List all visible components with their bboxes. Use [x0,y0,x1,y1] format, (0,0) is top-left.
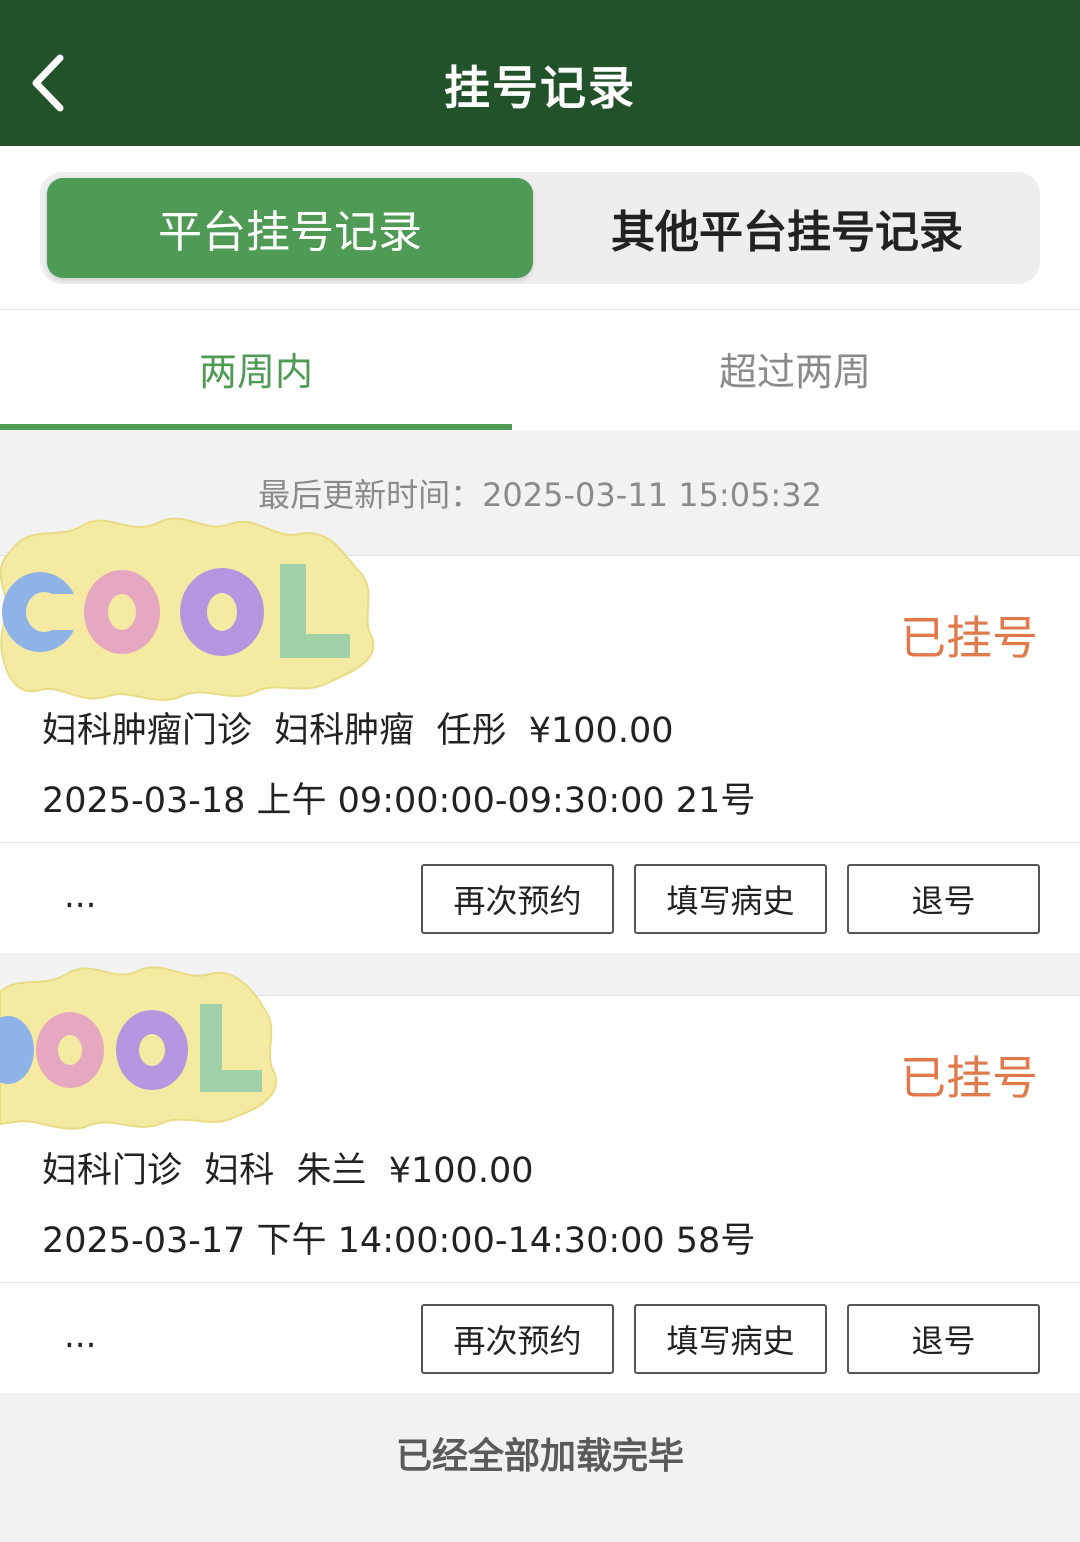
rebook-button[interactable]: 再次预约 [421,1304,614,1374]
status-badge: 已挂号 [900,1051,1038,1105]
fill-history-button[interactable]: 填写病史 [634,1304,827,1374]
tab-within-two-weeks[interactable]: 两周内 [0,310,512,430]
segment-control: 平台挂号记录 其他平台挂号记录 [40,172,1040,284]
page-title: 挂号记录 [444,61,636,115]
rebook-button[interactable]: 再次预约 [421,864,614,934]
segment-other-platform-records[interactable]: 其他平台挂号记录 [540,178,1034,278]
card-divider [0,842,1080,843]
status-badge: 已挂号 [900,611,1038,665]
tab-bar: 两周内 超过两周 [0,310,1080,430]
cool-sticker-icon [0,517,375,701]
segment-container: 平台挂号记录 其他平台挂号记录 [0,146,1080,310]
page: 挂号记录 平台挂号记录 其他平台挂号记录 两周内 超过两周 最后更新时间：202… [0,0,1080,1542]
record-details: 妇科肿瘤门诊 妇科肿瘤 任彤 ¥100.00 [42,711,674,751]
record-details: 妇科门诊 妇科 朱兰 ¥100.00 [42,1151,534,1191]
record-schedule: 2025-03-17 下午 14:00:00-14:30:00 58号 [42,1221,756,1261]
cancel-registration-button[interactable]: 退号 [847,1304,1040,1374]
card-divider [0,1282,1080,1283]
cool-sticker-icon [0,966,278,1130]
fill-history-button[interactable]: 填写病史 [634,864,827,934]
record-schedule: 2025-03-18 上午 09:00:00-09:30:00 21号 [42,781,756,821]
segment-platform-records[interactable]: 平台挂号记录 [47,178,533,278]
more-options-button[interactable]: ... [64,876,96,916]
tab-over-two-weeks[interactable]: 超过两周 [540,310,1050,430]
cancel-registration-button[interactable]: 退号 [847,864,1040,934]
header-bar: 挂号记录 [0,0,1080,146]
more-options-button[interactable]: ... [64,1316,96,1356]
load-complete-text: 已经全部加载完毕 [395,1436,684,1477]
